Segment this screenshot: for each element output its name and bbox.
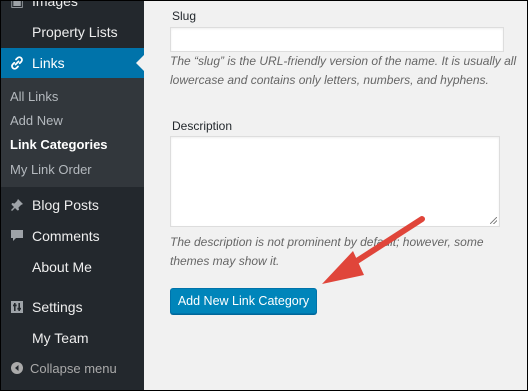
sidebar-item-settings[interactable]: Settings: [1, 293, 144, 321]
sidebar-item-links[interactable]: Links: [1, 48, 144, 78]
comment-icon: [8, 227, 26, 245]
sidebar-item-label: Links: [32, 55, 65, 71]
sidebar-item-label: Settings: [32, 299, 83, 315]
submenu-item-add-new[interactable]: Add New: [10, 113, 63, 128]
sidebar-item-label: Images: [32, 0, 78, 9]
sidebar-item-comments[interactable]: Comments: [1, 222, 144, 250]
sidebar-item-label: Property Lists: [32, 24, 118, 40]
description-hint: The description is not prominent by defa…: [170, 235, 484, 268]
settings-icon: [8, 298, 26, 316]
admin-sidebar: ▣ Images Property Lists Links All Links …: [1, 1, 144, 390]
links-submenu: All Links Add New Link Categories My Lin…: [1, 78, 144, 187]
sidebar-item-blog-posts[interactable]: Blog Posts: [1, 191, 144, 219]
sidebar-item-label: Comments: [32, 228, 100, 244]
app-frame: ▣ Images Property Lists Links All Links …: [0, 0, 528, 391]
collapse-menu-button[interactable]: Collapse menu: [1, 354, 144, 382]
resize-handle[interactable]: [490, 217, 497, 224]
sidebar-item-label: My Team: [32, 330, 89, 346]
slug-label: Slug: [172, 9, 197, 23]
slug-hint: The “slug” is the URL-friendly version o…: [170, 54, 517, 87]
description-label: Description: [172, 119, 233, 133]
active-indicator: [136, 55, 144, 71]
sidebar-item-property-lists[interactable]: Property Lists: [1, 18, 144, 46]
images-icon: ▣: [9, 0, 25, 10]
link-icon: [8, 54, 26, 72]
sidebar-item-my-team[interactable]: My Team: [1, 324, 144, 352]
main-content: Slug The “slug” is the URL-friendly vers…: [144, 1, 527, 390]
sidebar-item-images[interactable]: ▣ Images: [1, 0, 144, 15]
pin-icon: [8, 196, 26, 214]
slug-input[interactable]: [170, 27, 504, 52]
add-new-link-category-button[interactable]: Add New Link Category: [170, 288, 317, 314]
collapse-icon: [8, 359, 26, 377]
submenu-item-all-links[interactable]: All Links: [10, 89, 58, 104]
submenu-item-link-categories[interactable]: Link Categories: [10, 137, 108, 152]
sidebar-item-label: About Me: [32, 259, 92, 275]
description-textarea[interactable]: [170, 136, 500, 227]
collapse-menu-label: Collapse menu: [30, 360, 117, 376]
sidebar-item-label: Blog Posts: [32, 197, 99, 213]
sidebar-item-about-me[interactable]: About Me: [1, 253, 144, 281]
submenu-item-my-link-order[interactable]: My Link Order: [10, 162, 92, 177]
